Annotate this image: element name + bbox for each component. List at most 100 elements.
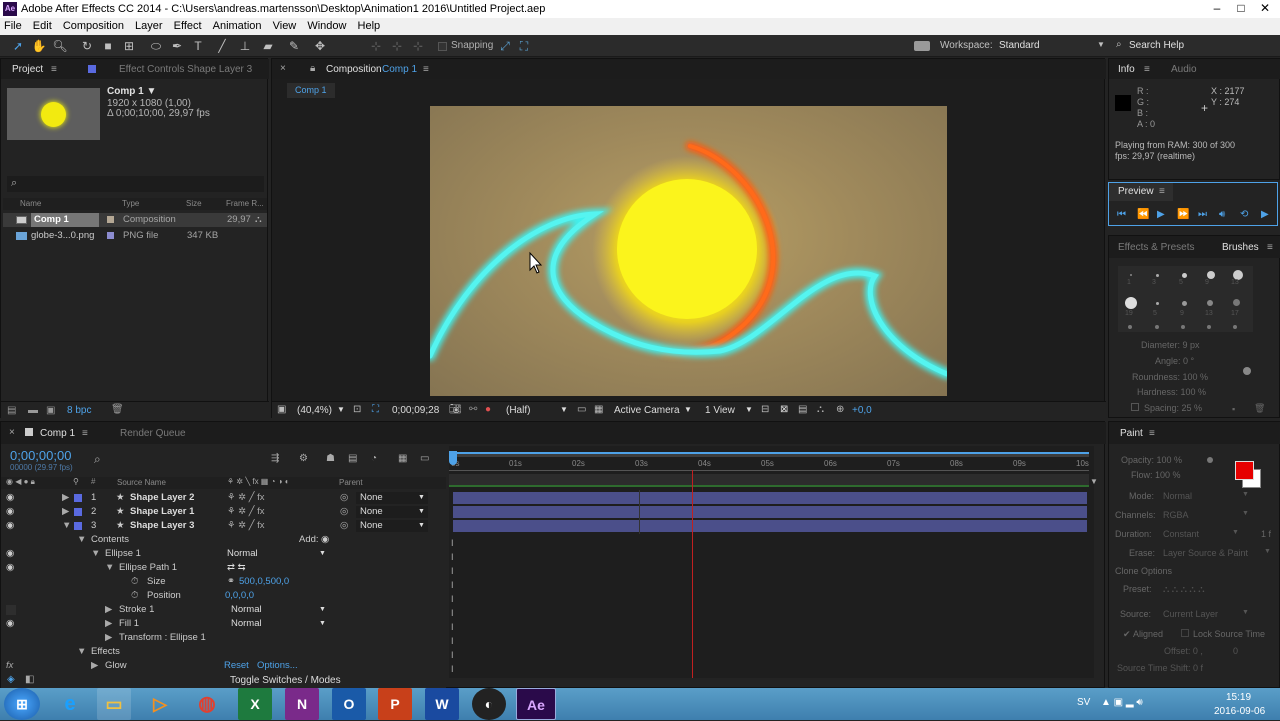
collapse-chevron-icon[interactable]: ▼ [77,533,86,547]
chrome-icon[interactable]: ◍ [190,688,224,720]
tab-comp-name[interactable]: Comp 1 [382,64,417,75]
channels-icon[interactable]: ● [485,404,491,415]
transparency-grid-icon[interactable]: ▦ [594,404,603,415]
tab-composition[interactable]: Composition [326,64,382,75]
layer-name[interactable]: Shape Layer 3 [130,519,194,533]
visibility-eye-icon[interactable]: ◉ [6,491,14,505]
layer-row[interactable]: ◉ ▼ 3 ★ Shape Layer 3 ⚘ ✲ ╱ fx ◎ None ▼ [1,519,446,533]
type-tool-icon[interactable]: T [190,38,206,54]
camera-chevron-icon[interactable]: ▼ [684,405,692,414]
expand-chevron-icon[interactable]: ▶ [105,631,112,645]
lock-source-label[interactable]: Lock Source Time [1193,629,1265,639]
selection-tool-icon[interactable]: ➚ [10,38,26,54]
stroke-mode-dropdown[interactable]: Normal [231,603,262,617]
tab-brushes[interactable]: Brushes [1222,242,1259,253]
menu-help[interactable]: Help [358,20,381,32]
brush-tip[interactable] [1156,274,1159,277]
col-name[interactable]: Name [20,199,41,208]
col-type[interactable]: Type [122,199,139,208]
toggle-switches-modes-button[interactable]: Toggle Switches / Modes [230,675,341,686]
project-item-name[interactable]: globe-3...0.png [31,229,94,243]
show-snapshot-icon[interactable]: ⚯ [469,404,477,415]
roto-brush-tool-icon[interactable]: ✎ [286,38,302,54]
property-row[interactable]: ▼ Effects [1,645,446,659]
layer-label-color[interactable] [74,508,82,516]
resolution-chevron-icon[interactable]: ▼ [560,405,568,414]
mode-dropdown[interactable]: Normal [1163,491,1192,501]
parent-chevron-icon[interactable]: ▼ [418,519,425,533]
first-frame-icon[interactable]: ⏮ [1117,209,1126,220]
property-row[interactable]: ▶ Stroke 1 Normal ▼ [1,603,446,617]
search-help-field[interactable]: Search Help [1129,40,1184,51]
safe-zones-icon[interactable]: ⊡ [353,404,361,415]
parent-chevron-icon[interactable]: ▼ [418,491,425,505]
tab-paint[interactable]: Paint [1120,428,1143,439]
time-graph[interactable]: 0s 01s 02s 03s 04s 05s 06s 07s 08s 09s 1… [449,446,1094,678]
flowchart-icon[interactable]: ⛬ [255,213,262,227]
workspace-dropdown[interactable]: Standard [999,40,1040,51]
expand-chevron-icon[interactable]: ▶ [62,505,69,519]
layer-name[interactable]: Shape Layer 1 [130,505,194,519]
paint-flow[interactable]: Flow: 100 % [1131,470,1181,480]
menu-layer[interactable]: Layer [135,20,163,32]
clock-date[interactable]: 2016-09-06 [1214,706,1265,717]
size-value[interactable]: 500,0,500,0 [239,575,289,589]
spacing-checkbox[interactable] [1131,403,1139,411]
mode-chevron-icon[interactable]: ▼ [1242,491,1249,498]
blend-mode-dropdown[interactable]: Normal [227,548,329,560]
exposure-value[interactable]: +0,0 [852,405,872,416]
options-link[interactable]: Options... [257,659,298,673]
word-icon[interactable]: W [425,688,459,720]
aligned-checkbox-icon[interactable]: ✔ [1123,629,1131,640]
snap-edges-icon[interactable]: ⤢ [497,38,513,54]
lock-source-checkbox[interactable] [1181,629,1189,637]
brush-diameter[interactable]: Diameter: 9 px [1141,340,1200,350]
zoom-dropdown[interactable]: (40,4%) [297,405,332,416]
timeline-icon[interactable]: ▤ [798,404,807,415]
brush-hardness[interactable]: Hardness: 100 % [1137,387,1206,397]
layer-row[interactable]: ◉ ▶ 2 ★ Shape Layer 1 ⚘ ✲ ╱ fx ◎ None ▼ [1,505,446,519]
search-icon[interactable]: ⌕ [1116,39,1122,50]
brush-tip[interactable] [1128,325,1132,329]
brush-angle[interactable]: Angle: 0 ° [1155,356,1194,366]
unknown-app-icon[interactable]: ◐ [472,688,506,720]
contents-label[interactable]: Contents [91,533,129,547]
brush-tip[interactable] [1233,299,1240,306]
expand-modes-icon[interactable]: ◧ [25,674,34,685]
brush-tip[interactable] [1155,325,1159,329]
powerpoint-icon[interactable]: P [378,688,412,720]
brush-tip[interactable] [1156,302,1159,305]
workspace-chevron-icon[interactable]: ▼ [1097,40,1105,49]
fast-previews-icon[interactable]: ⊠ [780,404,788,415]
after-effects-taskbar-icon[interactable]: Ae [516,688,556,720]
expand-chevron-icon[interactable]: ▶ [105,617,112,631]
internet-explorer-icon[interactable]: e [53,688,87,720]
pickwhip-icon[interactable]: ◎ [340,519,348,533]
collapse-chevron-icon[interactable]: ▼ [91,547,100,561]
layer-bar[interactable] [453,506,1087,518]
language-indicator[interactable]: SV [1077,697,1090,708]
tab-info[interactable]: Info [1118,64,1135,75]
fx-icon[interactable]: fx [6,659,13,673]
puppet-tool-icon[interactable]: ✥ [312,38,328,54]
panel-menu-icon[interactable]: ≡ [1159,186,1165,197]
expand-chevron-icon[interactable]: ▶ [91,659,98,673]
view-chevron-icon[interactable]: ▼ [745,405,753,414]
source-chevron-icon[interactable]: ▼ [1242,609,1249,616]
pickwhip-icon[interactable]: ◎ [340,505,348,519]
resolution-dropdown[interactable]: (Half) [506,405,530,416]
snapping-checkbox[interactable] [438,42,447,51]
mask-visibility-icon[interactable]: ⛶ [372,404,379,415]
parent-chevron-icon[interactable]: ▼ [418,505,425,519]
menu-animation[interactable]: Animation [213,20,262,32]
snapshot-icon[interactable]: 📷︎ [449,404,462,415]
brush-tip[interactable] [1125,297,1137,309]
constrain-proportions-icon[interactable]: ⚭ [227,575,235,589]
stroke-mode-chevron-icon[interactable]: ▼ [319,603,326,617]
playhead-handle[interactable] [449,451,457,465]
current-time-display[interactable]: 0;00;09;28 [392,405,439,416]
loop-icon[interactable]: ⟲ [1240,209,1248,220]
graph-editor-icon[interactable]: ▭ [420,453,429,464]
col-size[interactable]: Size [186,199,202,208]
brainstorm-icon[interactable]: ▦ [398,453,407,464]
